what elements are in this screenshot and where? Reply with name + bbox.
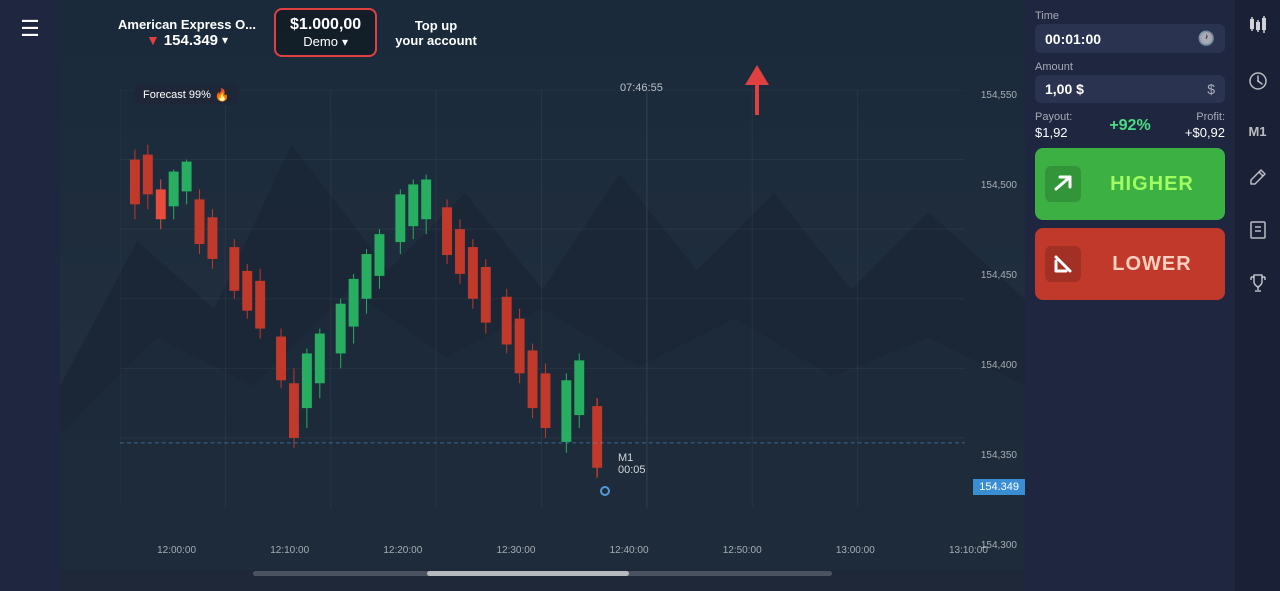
payout-label: Payout:	[1035, 111, 1096, 123]
higher-button[interactable]: HIGHER	[1035, 148, 1225, 220]
time-label: Time	[1035, 10, 1225, 22]
xaxis-label-8: 13:10:00	[949, 545, 988, 556]
book-icon[interactable]	[1248, 220, 1268, 245]
xaxis-label-5: 12:40:00	[610, 545, 649, 556]
hamburger-menu-icon[interactable]: ☰	[20, 18, 40, 40]
asset-name: American Express O...	[118, 17, 256, 32]
candlestick-view-icon[interactable]	[1247, 15, 1269, 43]
yaxis-label-4: 154,400	[981, 360, 1017, 371]
forecast-badge: Forecast 99% 🔥	[135, 85, 238, 105]
clock-input-icon: 🕐	[1198, 30, 1215, 47]
xaxis-label-1: 12:00:00	[157, 545, 196, 556]
far-right-panel: M1	[1235, 0, 1280, 591]
top-up-line2: your account	[395, 33, 477, 48]
chart-area: Forecast 99% 🔥 07:46:55 American Express…	[60, 0, 1025, 591]
amount-input-row[interactable]: 1,00 $ $	[1035, 75, 1225, 103]
chart-topbar: American Express O... ▼ 154.349 ▾ $1.000…	[60, 0, 1025, 65]
asset-selector[interactable]: American Express O... ▼ 154.349 ▾	[118, 17, 256, 49]
chart-time-label: 07:46:55	[620, 82, 663, 94]
higher-label: HIGHER	[1089, 173, 1215, 196]
left-sidebar: ☰	[0, 0, 60, 591]
arrow-shaft	[755, 85, 759, 115]
yaxis-label-3: 154,450	[981, 270, 1017, 281]
xaxis-label-2: 12:10:00	[270, 545, 309, 556]
lower-label: LOWER	[1089, 253, 1215, 276]
top-up-line1: Top up	[415, 18, 457, 33]
annotation-arrow	[745, 65, 769, 115]
currency-icon: $	[1207, 81, 1215, 97]
profit-value: +$0,92	[1164, 125, 1225, 140]
balance-box[interactable]: $1.000,00 Demo ▾	[274, 8, 377, 57]
xaxis-label-7: 13:00:00	[836, 545, 875, 556]
yaxis-label-1: 154,550	[981, 90, 1017, 101]
yaxis-label-5: 154,350	[981, 450, 1017, 461]
trophy-icon[interactable]	[1248, 273, 1268, 298]
price-direction-icon: ▼	[146, 32, 160, 48]
amount-value: 1,00 $	[1045, 81, 1201, 97]
time-input-row[interactable]: 00:01:00 🕐	[1035, 24, 1225, 53]
lower-arrow-icon	[1045, 246, 1081, 282]
arrow-up-icon	[745, 65, 769, 85]
m1-timeframe-label[interactable]: M1	[1248, 124, 1266, 139]
top-up-section[interactable]: Top up your account	[395, 18, 477, 48]
time-value: 00:01:00	[1045, 31, 1192, 47]
higher-arrow-icon	[1045, 166, 1081, 202]
right-panel: Time 00:01:00 🕐 Amount 1,00 $ $ Payout: …	[1025, 0, 1235, 591]
xaxis-label-3: 12:20:00	[383, 545, 422, 556]
m1-candle-label: M1 00:05	[618, 452, 646, 476]
xaxis-label-4: 12:30:00	[496, 545, 535, 556]
fire-icon: 🔥	[215, 88, 230, 102]
m1-time: 00:05	[618, 464, 646, 476]
payout-percent: +92%	[1100, 115, 1161, 137]
balance-amount: $1.000,00	[290, 16, 361, 34]
xaxis-label-6: 12:50:00	[723, 545, 762, 556]
balance-demo-label: Demo	[303, 34, 338, 49]
profit-label: Profit:	[1164, 111, 1225, 123]
lower-button[interactable]: LOWER	[1035, 228, 1225, 300]
asset-chevron-icon: ▾	[222, 33, 228, 47]
x-axis: 12:00:00 12:10:00 12:20:00 12:30:00 12:4…	[120, 545, 1025, 556]
yaxis-label-2: 154,500	[981, 180, 1017, 191]
edit-icon[interactable]	[1248, 167, 1268, 192]
candlestick-chart	[120, 90, 965, 508]
price-dot	[600, 486, 610, 496]
scrollbar-thumb[interactable]	[427, 571, 630, 576]
payout-value: $1,92	[1035, 125, 1096, 140]
asset-price: 154.349	[164, 32, 218, 49]
amount-label: Amount	[1035, 61, 1225, 73]
history-clock-icon[interactable]	[1248, 71, 1268, 96]
forecast-label: Forecast 99%	[143, 89, 211, 101]
chart-scrollbar[interactable]	[253, 571, 832, 576]
m1-text: M1	[618, 452, 633, 464]
balance-chevron-icon: ▾	[342, 35, 348, 49]
y-axis: 154,550 154,500 154,450 154,400 154,350 …	[981, 90, 1017, 551]
